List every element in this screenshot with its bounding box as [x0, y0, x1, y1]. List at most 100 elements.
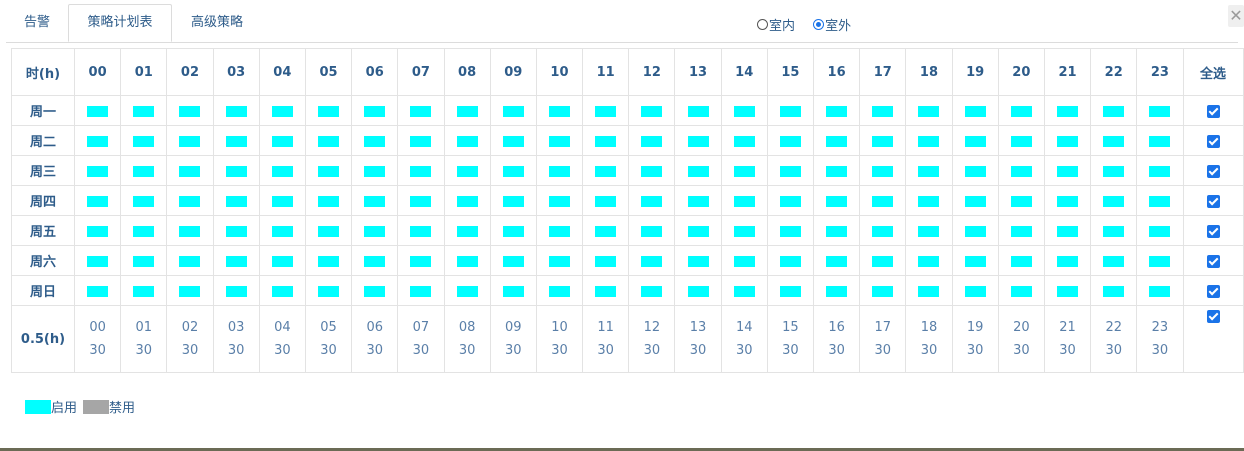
schedule-cell[interactable]: [1136, 215, 1184, 246]
enabled-slot[interactable]: [179, 106, 201, 117]
hour-header[interactable]: 11: [582, 48, 630, 96]
schedule-cell[interactable]: [905, 245, 953, 276]
enabled-slot[interactable]: [271, 106, 293, 117]
enabled-slot[interactable]: [87, 226, 109, 237]
schedule-cell[interactable]: [489, 245, 537, 276]
half-hour-cell[interactable]: 20 30: [997, 305, 1045, 373]
schedule-cell[interactable]: [720, 275, 768, 306]
enabled-slot[interactable]: [826, 136, 848, 147]
row-select-checkbox[interactable]: [1206, 135, 1220, 148]
enabled-slot[interactable]: [641, 166, 663, 177]
enabled-slot[interactable]: [548, 226, 570, 237]
schedule-cell[interactable]: [351, 215, 399, 246]
hour-header[interactable]: 15: [766, 48, 815, 96]
hour-header[interactable]: 16: [812, 48, 861, 96]
enabled-slot[interactable]: [548, 256, 570, 267]
enabled-slot[interactable]: [456, 286, 478, 297]
schedule-cell[interactable]: [1136, 185, 1184, 216]
schedule-cell[interactable]: [397, 245, 445, 276]
enabled-slot[interactable]: [733, 196, 755, 207]
half-hour-cell[interactable]: 18 30: [905, 305, 953, 373]
schedule-cell[interactable]: [1090, 185, 1138, 216]
half-hour-cell[interactable]: 11 30: [582, 305, 630, 373]
hour-header[interactable]: 18: [905, 48, 953, 96]
enabled-slot[interactable]: [918, 256, 940, 267]
schedule-cell[interactable]: [720, 215, 768, 246]
hour-header[interactable]: 17: [859, 48, 907, 96]
enabled-slot[interactable]: [271, 136, 293, 147]
schedule-cell[interactable]: [720, 245, 768, 276]
schedule-cell[interactable]: [351, 155, 399, 186]
enabled-slot[interactable]: [271, 256, 293, 267]
schedule-cell[interactable]: [812, 245, 861, 276]
schedule-cell[interactable]: [1043, 125, 1092, 156]
enabled-slot[interactable]: [364, 166, 386, 177]
enabled-slot[interactable]: [364, 226, 386, 237]
schedule-cell[interactable]: [212, 185, 260, 216]
enabled-slot[interactable]: [87, 166, 109, 177]
schedule-cell[interactable]: [1090, 275, 1138, 306]
half-hour-cell[interactable]: 21 30: [1043, 305, 1092, 373]
hour-header[interactable]: 21: [1043, 48, 1092, 96]
schedule-cell[interactable]: [766, 155, 815, 186]
enabled-slot[interactable]: [225, 106, 247, 117]
half-hour-cell[interactable]: 22 30: [1090, 305, 1138, 373]
enabled-slot[interactable]: [133, 196, 155, 207]
enabled-slot[interactable]: [687, 256, 709, 267]
enabled-slot[interactable]: [595, 196, 617, 207]
schedule-cell[interactable]: [1090, 245, 1138, 276]
enabled-slot[interactable]: [918, 286, 940, 297]
schedule-cell[interactable]: [997, 275, 1045, 306]
schedule-cell[interactable]: [212, 215, 260, 246]
schedule-cell[interactable]: [766, 275, 815, 306]
schedule-cell[interactable]: [674, 215, 722, 246]
schedule-cell[interactable]: [73, 125, 122, 156]
enabled-slot[interactable]: [364, 286, 386, 297]
enabled-slot[interactable]: [133, 256, 155, 267]
schedule-cell[interactable]: [582, 245, 630, 276]
hour-header[interactable]: 08: [443, 48, 491, 96]
enabled-slot[interactable]: [595, 136, 617, 147]
half-hour-cell[interactable]: 10 30: [535, 305, 584, 373]
schedule-cell[interactable]: [397, 185, 445, 216]
tab-advanced[interactable]: 高级策略: [176, 4, 258, 42]
enabled-slot[interactable]: [456, 166, 478, 177]
enabled-slot[interactable]: [456, 136, 478, 147]
enabled-slot[interactable]: [87, 286, 109, 297]
schedule-cell[interactable]: [720, 95, 768, 126]
schedule-cell[interactable]: [304, 125, 353, 156]
schedule-cell[interactable]: [489, 95, 537, 126]
enabled-slot[interactable]: [179, 136, 201, 147]
enabled-slot[interactable]: [548, 106, 570, 117]
schedule-cell[interactable]: [351, 185, 399, 216]
hour-header[interactable]: 03: [212, 48, 260, 96]
schedule-cell[interactable]: [628, 245, 676, 276]
enabled-slot[interactable]: [918, 106, 940, 117]
schedule-cell[interactable]: [628, 215, 676, 246]
schedule-cell[interactable]: [258, 95, 306, 126]
hour-header[interactable]: 19: [951, 48, 999, 96]
enabled-slot[interactable]: [1010, 196, 1032, 207]
enabled-slot[interactable]: [687, 106, 709, 117]
schedule-cell[interactable]: [951, 215, 999, 246]
radio-outdoor-circle[interactable]: [813, 19, 825, 30]
enabled-slot[interactable]: [641, 136, 663, 147]
enabled-slot[interactable]: [1149, 286, 1171, 297]
schedule-cell[interactable]: [397, 215, 445, 246]
enabled-slot[interactable]: [410, 196, 432, 207]
enabled-slot[interactable]: [502, 106, 524, 117]
schedule-cell[interactable]: [1043, 275, 1092, 306]
enabled-slot[interactable]: [733, 136, 755, 147]
schedule-cell[interactable]: [859, 185, 907, 216]
enabled-slot[interactable]: [826, 226, 848, 237]
radio-indoor[interactable]: 室内: [757, 15, 795, 34]
enabled-slot[interactable]: [964, 226, 986, 237]
enabled-slot[interactable]: [872, 166, 894, 177]
enabled-slot[interactable]: [87, 136, 109, 147]
half-hour-cell[interactable]: 17 30: [859, 305, 907, 373]
enabled-slot[interactable]: [318, 106, 340, 117]
schedule-cell[interactable]: [397, 155, 445, 186]
enabled-slot[interactable]: [641, 286, 663, 297]
schedule-cell[interactable]: [905, 185, 953, 216]
tab-schedule[interactable]: 策略计划表: [68, 4, 172, 42]
